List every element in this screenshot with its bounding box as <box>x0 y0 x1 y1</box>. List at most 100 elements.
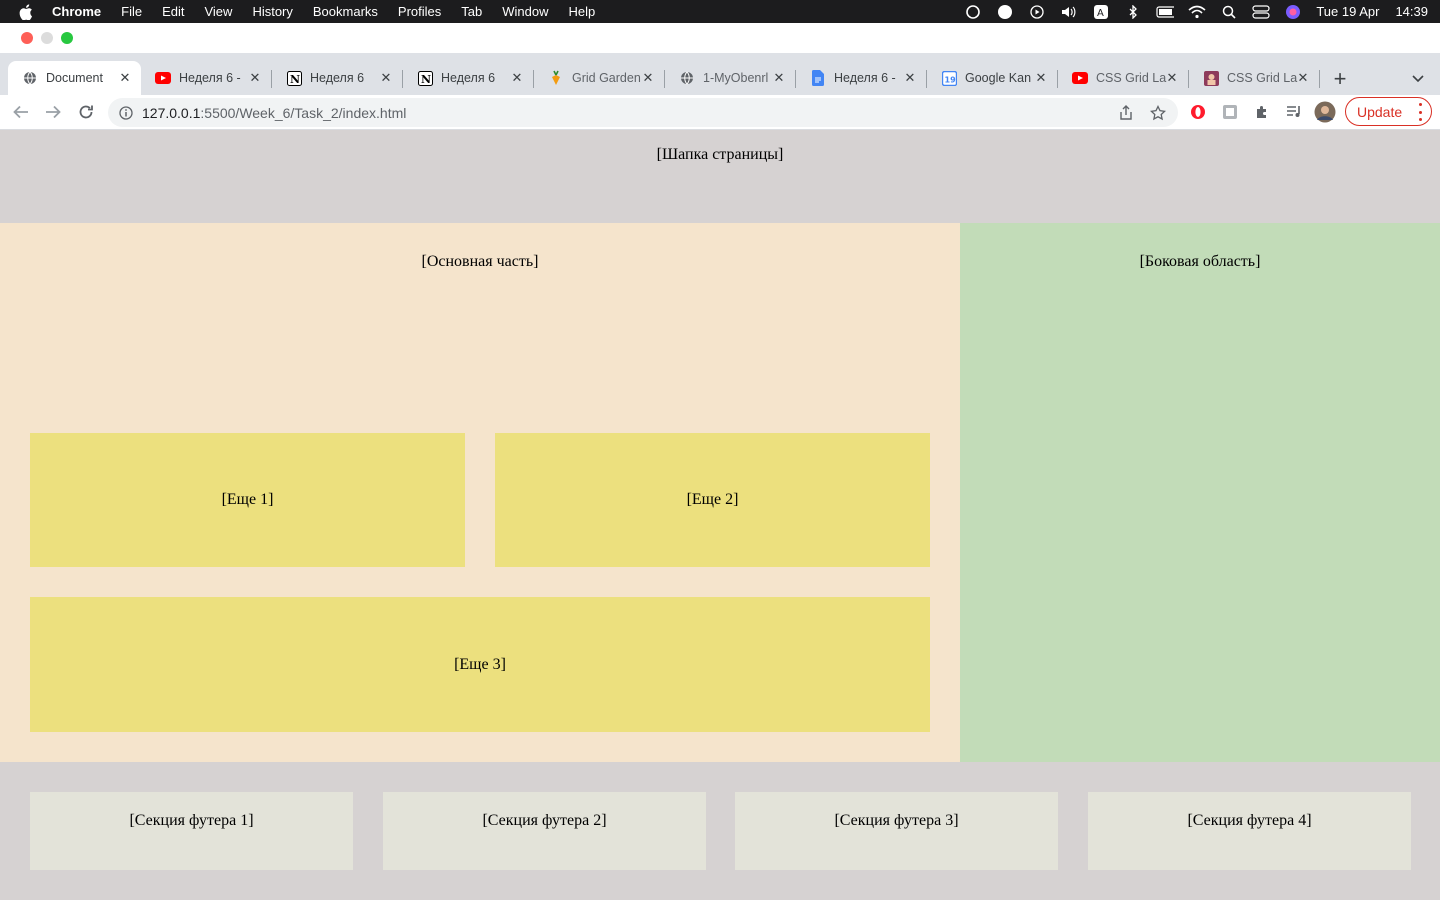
menu-dots-icon[interactable] <box>1417 103 1423 121</box>
tab-css-grid-site[interactable]: CSS Grid La ✕ <box>1189 61 1319 95</box>
reload-icon[interactable] <box>75 101 97 123</box>
reading-list-icon[interactable] <box>1283 101 1305 123</box>
more-box-label: [Еще 2] <box>686 491 739 508</box>
tab-notion-week6-a[interactable]: N Неделя 6 ✕ <box>272 61 402 95</box>
tab-grid-garden[interactable]: Grid Garden ✕ <box>534 61 664 95</box>
wifi-icon[interactable] <box>1188 5 1206 19</box>
extension-grey-icon[interactable] <box>1219 101 1241 123</box>
forward-arrow-icon[interactable] <box>42 101 64 123</box>
svg-text:N: N <box>290 73 300 86</box>
menubar-date[interactable]: Tue 19 Apr <box>1316 4 1379 19</box>
main-content-title: [Основная часть] <box>421 253 539 270</box>
tab-youtube-css-grid[interactable]: CSS Grid La ✕ <box>1058 61 1188 95</box>
menu-file[interactable]: File <box>121 4 142 19</box>
page-header: [Шапка страницы] <box>0 130 1440 223</box>
tab-document[interactable]: Document ✕ <box>8 61 141 95</box>
tab-youtube-week6[interactable]: Неделя 6 - ✕ <box>141 61 271 95</box>
tab-title: CSS Grid La <box>1227 71 1298 85</box>
notion-icon: N <box>417 70 433 86</box>
play-icon[interactable] <box>1028 4 1046 19</box>
menu-tab[interactable]: Tab <box>461 4 482 19</box>
tab-separator <box>1319 70 1320 88</box>
youtube-icon <box>155 70 171 86</box>
viber-icon[interactable] <box>996 4 1014 19</box>
siri-icon[interactable] <box>1284 4 1302 19</box>
tab-title: CSS Grid La <box>1096 71 1167 85</box>
apple-icon[interactable] <box>18 3 34 20</box>
volume-icon[interactable] <box>1060 5 1078 19</box>
globe-icon <box>22 70 38 86</box>
update-button[interactable]: Update <box>1345 97 1432 126</box>
tab-title: Document <box>46 71 103 85</box>
menu-edit[interactable]: Edit <box>162 4 184 19</box>
menu-bookmarks[interactable]: Bookmarks <box>313 4 378 19</box>
battery-icon[interactable] <box>1156 5 1175 19</box>
page-header-text: [Шапка страницы] <box>656 146 784 163</box>
close-icon[interactable]: ✕ <box>1164 70 1180 86</box>
globe-icon <box>679 70 695 86</box>
creative-cloud-icon[interactable] <box>964 4 982 19</box>
more-box-label: [Еще 1] <box>221 491 274 508</box>
menu-history[interactable]: History <box>252 4 292 19</box>
chevron-down-icon[interactable] <box>1406 67 1430 91</box>
close-window-button[interactable] <box>21 32 33 44</box>
notion-icon: N <box>286 70 302 86</box>
info-icon[interactable] <box>118 105 134 121</box>
close-icon[interactable]: ✕ <box>640 70 656 86</box>
tab-myobenrl[interactable]: 1-MyObenrl ✕ <box>665 61 795 95</box>
close-icon[interactable]: ✕ <box>247 70 263 86</box>
menu-view[interactable]: View <box>204 4 232 19</box>
opera-extension-icon[interactable] <box>1187 101 1209 123</box>
browser-toolbar: 127.0.0.1:5500/Week_6/Task_2/index.html … <box>0 95 1440 130</box>
footer-section-4: [Секция футера 4] <box>1088 792 1411 870</box>
bookmark-star-icon[interactable] <box>1148 103 1168 123</box>
footer-section-1: [Секция футера 1] <box>30 792 353 870</box>
close-icon[interactable]: ✕ <box>378 70 394 86</box>
url-host: 127.0.0.1 <box>142 104 201 121</box>
svg-text:A: A <box>1097 8 1104 19</box>
sidebar-area: [Боковая область] <box>960 223 1440 762</box>
menu-app-name[interactable]: Chrome <box>52 4 101 19</box>
tab-title: Неделя 6 <box>310 71 365 85</box>
minimize-window-button[interactable] <box>41 32 53 44</box>
profile-avatar[interactable] <box>1314 101 1336 123</box>
menu-help[interactable]: Help <box>569 4 596 19</box>
close-icon[interactable]: ✕ <box>117 70 133 86</box>
close-icon[interactable]: ✕ <box>509 70 525 86</box>
menu-profiles[interactable]: Profiles <box>398 4 441 19</box>
footer-section-label: [Секция футера 2] <box>482 812 607 829</box>
url-path: :5500/Week_6/Task_2/index.html <box>200 104 407 121</box>
tab-google-calendar[interactable]: 19 Google Kan ✕ <box>927 61 1057 95</box>
back-arrow-icon[interactable] <box>10 101 32 123</box>
close-icon[interactable]: ✕ <box>1295 70 1311 86</box>
more-box-1: [Еще 1] <box>30 433 465 567</box>
close-icon[interactable]: ✕ <box>902 70 918 86</box>
svg-text:19: 19 <box>944 75 956 84</box>
youtube-icon <box>1072 70 1088 86</box>
close-icon[interactable]: ✕ <box>771 70 787 86</box>
update-label: Update <box>1357 103 1403 120</box>
control-center-icon[interactable] <box>1252 4 1270 19</box>
more-box-label: [Еще 3] <box>454 655 506 673</box>
more-box-2: [Еще 2] <box>495 433 930 567</box>
tab-title: Grid Garden <box>572 71 641 85</box>
zoom-window-button[interactable] <box>61 32 73 44</box>
keyboard-layout-icon[interactable]: A <box>1092 4 1110 19</box>
main-content: [Основная часть] [Еще 1] [Еще 2] [Еще 3] <box>0 223 960 762</box>
menubar-time[interactable]: 14:39 <box>1395 4 1428 19</box>
tab-google-docs-week6[interactable]: Неделя 6 - ✕ <box>796 61 926 95</box>
share-icon[interactable] <box>1116 103 1136 123</box>
spotlight-search-icon[interactable] <box>1220 5 1238 19</box>
bluetooth-icon[interactable] <box>1124 4 1142 19</box>
google-calendar-icon: 19 <box>941 70 957 86</box>
status-area: A Tue 19 Apr 14:39 <box>950 0 1428 23</box>
new-tab-plus-icon[interactable]: + <box>1328 66 1352 91</box>
web-page-viewport: [Шапка страницы] [Основная часть] [Еще 1… <box>0 130 1440 900</box>
tab-title: 1-MyObenrl <box>703 71 769 85</box>
address-bar[interactable]: 127.0.0.1:5500/Week_6/Task_2/index.html <box>108 98 1178 127</box>
puzzle-extensions-icon[interactable] <box>1251 101 1273 123</box>
tab-notion-week6-b[interactable]: N Неделя 6 ✕ <box>403 61 533 95</box>
menu-window[interactable]: Window <box>502 4 548 19</box>
close-icon[interactable]: ✕ <box>1033 70 1049 86</box>
footer-section-label: [Секция футера 4] <box>1187 812 1312 829</box>
